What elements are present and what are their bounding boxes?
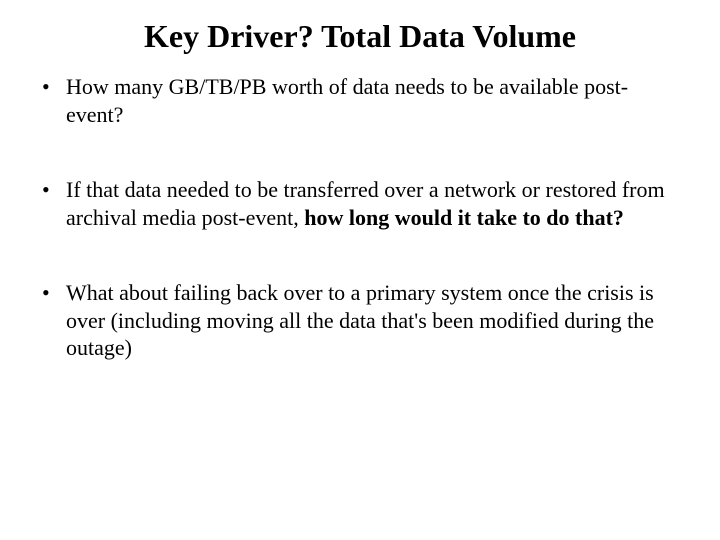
list-item: What about failing back over to a primar… [38,279,682,362]
bullet-text-pre: What about failing back over to a primar… [66,280,654,360]
bullet-list: How many GB/TB/PB worth of data needs to… [38,73,682,362]
bullet-text-pre: How many GB/TB/PB worth of data needs to… [66,74,628,127]
slide: Key Driver? Total Data Volume How many G… [0,0,720,540]
list-item: How many GB/TB/PB worth of data needs to… [38,73,682,128]
slide-title: Key Driver? Total Data Volume [38,18,682,55]
list-item: If that data needed to be transferred ov… [38,176,682,231]
bullet-text-bold: how long would it take to do that? [304,205,624,230]
